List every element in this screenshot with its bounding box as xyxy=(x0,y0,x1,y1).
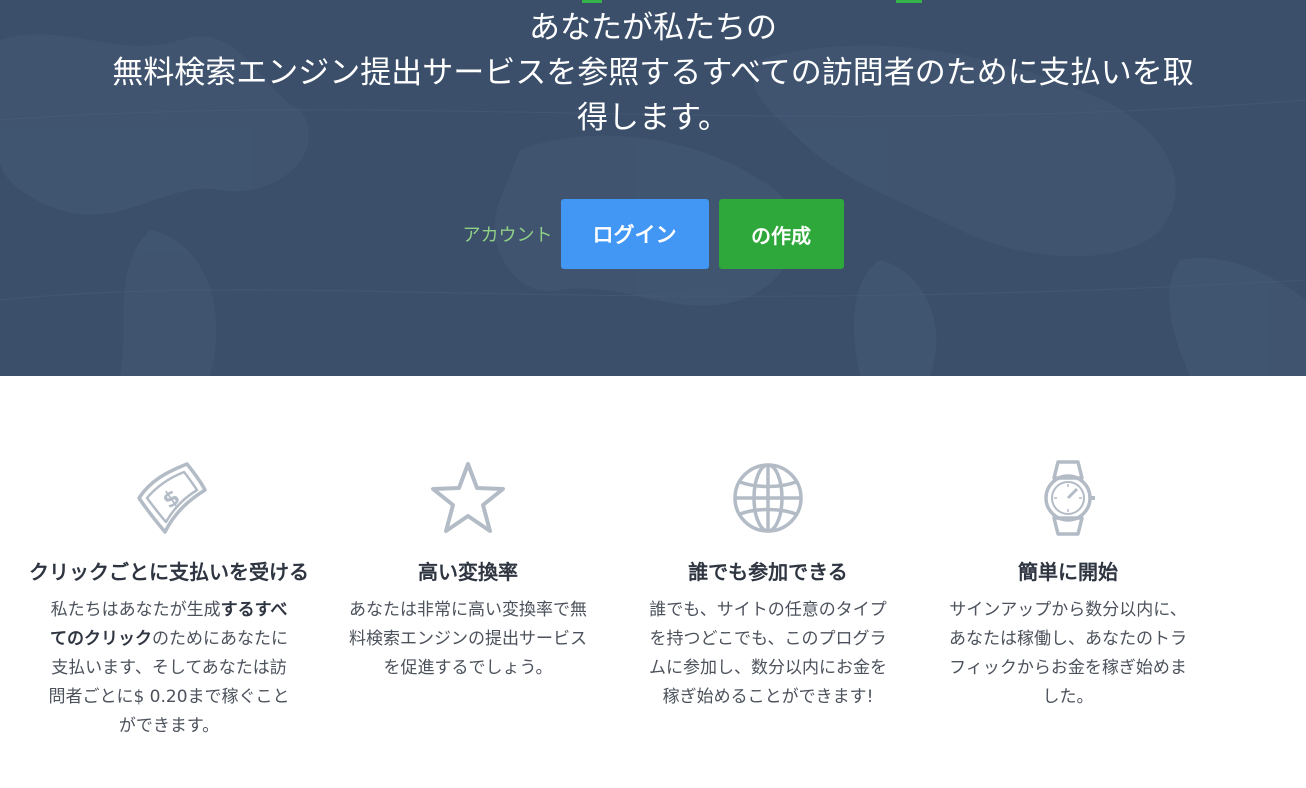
top-accent-bar xyxy=(582,0,602,3)
hero-title-line: 無料検索エンジン提出サービスを参照するすべての訪問者のために支払いを取 xyxy=(112,55,1194,91)
hero-title-line: あなたが私たちの xyxy=(529,10,777,46)
feature-title: 高い変換率 xyxy=(418,560,518,584)
account-label: アカウント xyxy=(462,225,553,246)
account-cta-row: アカウント ログイン の作成 xyxy=(0,199,1306,269)
feature-text: 私たちはあなたが生成するすべてのクリックのためにあなたに支払います、そしてあなた… xyxy=(48,600,290,736)
feature-easy-start: 簡単に開始 サインアップから数分以内に、あなたは稼働し、あなたのトラフィックから… xyxy=(928,458,1208,712)
login-button[interactable]: ログイン xyxy=(560,199,709,269)
feature-text: あなたは非常に高い変換率で無料検索エンジンの提出サービスを促進するでしょう。 xyxy=(349,600,587,678)
feature-text: サインアップから数分以内に、あなたは稼働し、あなたのトラフィックからお金を稼ぎ始… xyxy=(949,600,1187,707)
feature-high-conversion: 高い変換率 あなたは非常に高い変換率で無料検索エンジンの提出サービスを促進するで… xyxy=(328,458,608,683)
money-bill-icon: $ xyxy=(137,462,207,534)
feature-pay-per-click: $ クリックごとに支払いを受ける 私たちはあなたが生成するすべてのクリックのため… xyxy=(29,458,309,741)
feature-title: クリックごとに支払いを受ける xyxy=(29,560,309,584)
hero-section: あなたが私たちの 無料検索エンジン提出サービスを参照するすべての訪問者のために支… xyxy=(0,0,1306,376)
watch-icon xyxy=(1044,460,1095,536)
create-account-button[interactable]: の作成 xyxy=(718,199,844,269)
feature-text: 誰でも、サイトの任意のタイプを持つどこでも、このプログラムに参加し、数分以内にお… xyxy=(649,600,887,707)
star-icon xyxy=(431,462,505,533)
hero-title: あなたが私たちの 無料検索エンジン提出サービスを参照するすべての訪問者のために支… xyxy=(0,6,1306,141)
hero-title-line: 得します。 xyxy=(577,100,729,136)
feature-anyone-can-join: 誰でも参加できる 誰でも、サイトの任意のタイプを持つどこでも、このプログラムに参… xyxy=(628,458,908,712)
feature-title: 誰でも参加できる xyxy=(688,560,848,584)
features-section: $ クリックごとに支払いを受ける 私たちはあなたが生成するすべてのクリックのため… xyxy=(0,376,1306,788)
top-accent-bar xyxy=(896,0,922,3)
feature-title: 簡単に開始 xyxy=(1018,560,1118,584)
globe-icon xyxy=(733,463,803,533)
